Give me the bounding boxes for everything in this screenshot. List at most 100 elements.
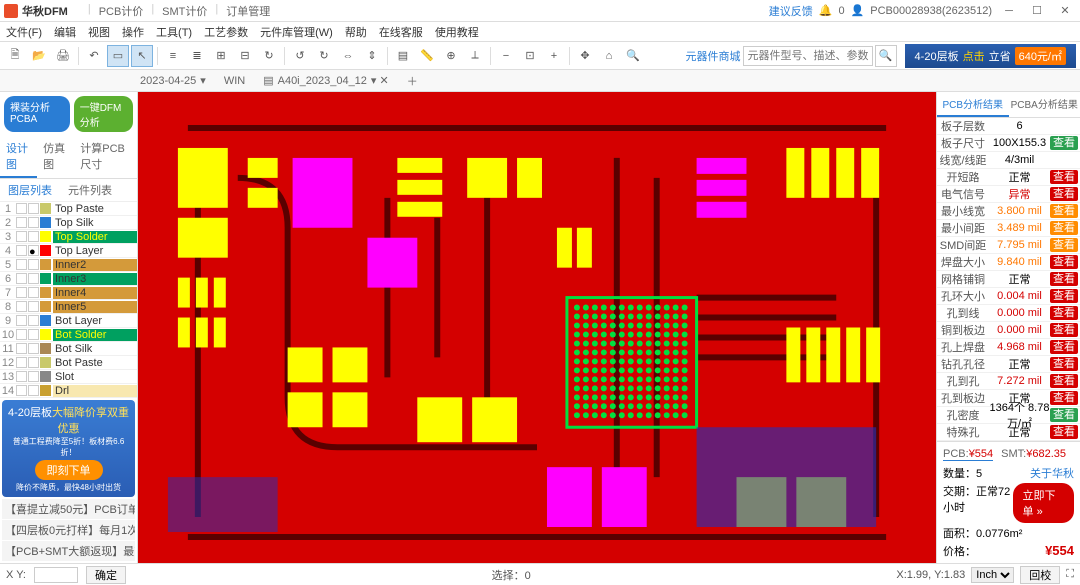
menu-action[interactable]: 操作 <box>122 24 144 40</box>
view-button[interactable]: 查看 <box>1050 136 1078 150</box>
view-button[interactable]: 查看 <box>1050 221 1078 235</box>
search-input[interactable] <box>743 46 873 66</box>
menu-edit[interactable]: 编辑 <box>54 24 76 40</box>
layer-row[interactable]: 11Bot Silk <box>0 342 137 356</box>
tab-sim[interactable]: 仿真图 <box>37 136 74 178</box>
bell-icon[interactable]: 🔔 <box>819 4 833 17</box>
layer-row[interactable]: 14Drl <box>0 384 137 398</box>
promo2[interactable]: 4-20层板大幅降价享双重优惠 普通工程费降至5折！板材费6.6折！ 即刻下单 … <box>2 400 135 497</box>
view-button[interactable]: 查看 <box>1050 323 1078 337</box>
promo2-button[interactable]: 即刻下单 <box>35 460 103 480</box>
view-button[interactable]: 查看 <box>1050 391 1078 405</box>
undo-icon[interactable]: ↶ <box>83 45 105 67</box>
menu-view[interactable]: 视图 <box>88 24 110 40</box>
analyze-pcba-button[interactable]: 裸装分析 PCBA <box>4 96 70 132</box>
rotate-l-icon[interactable]: ↺ <box>289 45 311 67</box>
layer-row[interactable]: 2Top Silk <box>0 216 137 230</box>
home-icon[interactable]: ⌂ <box>598 45 620 67</box>
view-button[interactable]: 查看 <box>1050 374 1078 388</box>
grid-icon[interactable]: ⊟ <box>234 45 256 67</box>
unit-select[interactable]: Inch <box>971 567 1014 583</box>
layer-row[interactable]: 5Inner2 <box>0 258 137 272</box>
search2-icon[interactable]: 🔍 <box>622 45 644 67</box>
align-icon[interactable]: ≡ <box>162 45 184 67</box>
rotate-r-icon[interactable]: ↻ <box>313 45 335 67</box>
link-pcb-quote[interactable]: PCB计价 <box>99 3 144 19</box>
view-button[interactable]: 查看 <box>1050 357 1078 371</box>
zoom-out-icon[interactable]: − <box>495 45 517 67</box>
menu-parts[interactable]: 元件库管理(W) <box>260 24 333 40</box>
flip-h-icon[interactable]: ⇔ <box>337 45 359 67</box>
layer-row[interactable]: 13Slot <box>0 370 137 384</box>
link-smt-quote[interactable]: SMT计价 <box>162 3 207 19</box>
layer-row[interactable]: 10Bot Solder <box>0 328 137 342</box>
ruler-icon[interactable]: 📏 <box>416 45 438 67</box>
redo-button[interactable]: 回校 <box>1020 566 1060 584</box>
center-icon[interactable]: ≣ <box>186 45 208 67</box>
layer-row[interactable]: 1Top Paste <box>0 202 137 216</box>
menu-tutorial[interactable]: 使用教程 <box>435 24 479 40</box>
news-2[interactable]: 【四层板0元打样】每月1次免据... <box>2 520 135 540</box>
ok-button[interactable]: 确定 <box>86 566 126 584</box>
view-button[interactable]: 查看 <box>1050 255 1078 269</box>
menu-tools[interactable]: 工具(T) <box>156 24 192 40</box>
view-button[interactable]: 查看 <box>1050 187 1078 201</box>
maximize-button[interactable]: ☐ <box>1026 2 1048 20</box>
tab-design[interactable]: 设计图 <box>0 136 37 178</box>
cursor-icon[interactable]: ▭ <box>107 45 129 67</box>
order-button[interactable]: 立即下单 » <box>1013 483 1074 523</box>
measure-icon[interactable]: ⟂ <box>464 45 486 67</box>
link-orders[interactable]: 订单管理 <box>226 3 270 19</box>
view-button[interactable]: 查看 <box>1050 408 1078 422</box>
view-button[interactable]: 查看 <box>1050 272 1078 286</box>
layer-row[interactable]: 6Inner3 <box>0 272 137 286</box>
menu-support[interactable]: 在线客服 <box>379 24 423 40</box>
redo-icon[interactable]: ↻ <box>258 45 280 67</box>
view-button[interactable]: 查看 <box>1050 340 1078 354</box>
price-pcb-tab[interactable]: PCB:¥554 <box>943 448 993 461</box>
target-icon[interactable]: ⊕ <box>440 45 462 67</box>
pan-icon[interactable]: ✥ <box>574 45 596 67</box>
view-button[interactable]: 查看 <box>1050 306 1078 320</box>
menu-help[interactable]: 帮助 <box>345 24 367 40</box>
flip-v-icon[interactable]: ⇕ <box>361 45 383 67</box>
new-icon[interactable]: 🗎 <box>4 45 26 67</box>
view-button[interactable]: 查看 <box>1050 238 1078 252</box>
menu-file[interactable]: 文件(F) <box>6 24 42 40</box>
feedback-link[interactable]: 建议反馈 <box>769 3 813 19</box>
layer-icon[interactable]: ▤ <box>392 45 414 67</box>
tab-size[interactable]: 计算PCB尺寸 <box>74 136 137 178</box>
menu-process[interactable]: 工艺参数 <box>204 24 248 40</box>
layer-row[interactable]: 4●Top Layer <box>0 244 137 258</box>
news-1[interactable]: 【喜提立减50元】PCB订单无门... <box>2 499 135 519</box>
price-smt-tab[interactable]: SMT:¥682.35 <box>1001 448 1066 461</box>
layer-row[interactable]: 3Top Solder <box>0 230 137 244</box>
view-button[interactable]: 查看 <box>1050 170 1078 184</box>
add-tab-icon[interactable]: ＋ <box>407 73 418 89</box>
zoom-fit-icon[interactable]: ⊡ <box>519 45 541 67</box>
save-icon[interactable]: 🖨 <box>52 45 74 67</box>
about-link[interactable]: 关于华秋 <box>1030 465 1074 481</box>
layer-row[interactable]: 8Inner5 <box>0 300 137 314</box>
subtab-parts[interactable]: 元件列表 <box>60 179 120 201</box>
subtab-layers[interactable]: 图层列表 <box>0 179 60 201</box>
pointer-icon[interactable]: ↖ <box>131 45 153 67</box>
view-button[interactable]: 查看 <box>1050 289 1078 303</box>
search-go-icon[interactable]: 🔍 <box>875 45 897 67</box>
minimize-button[interactable]: ─ <box>998 2 1020 20</box>
open-icon[interactable]: 📂 <box>28 45 50 67</box>
expand-icon[interactable]: ⛶ <box>1066 568 1074 581</box>
xy-input[interactable] <box>34 567 78 583</box>
dfm-button[interactable]: 一键DFM分析 <box>74 96 133 132</box>
tab-pcb-result[interactable]: PCB分析结果 <box>937 92 1009 117</box>
close-button[interactable]: ✕ <box>1054 2 1076 20</box>
zoom-in-icon[interactable]: + <box>543 45 565 67</box>
view-button[interactable]: 查看 <box>1050 204 1078 218</box>
pcb-canvas[interactable] <box>138 92 936 563</box>
tab-pcba-result[interactable]: PCBA分析结果 <box>1009 92 1080 117</box>
view-button[interactable]: 查看 <box>1050 425 1078 439</box>
tool-icon[interactable]: ⊞ <box>210 45 232 67</box>
layer-row[interactable]: 7Inner4 <box>0 286 137 300</box>
user-icon[interactable]: 👤 <box>851 4 865 17</box>
layer-row[interactable]: 12Bot Paste <box>0 356 137 370</box>
